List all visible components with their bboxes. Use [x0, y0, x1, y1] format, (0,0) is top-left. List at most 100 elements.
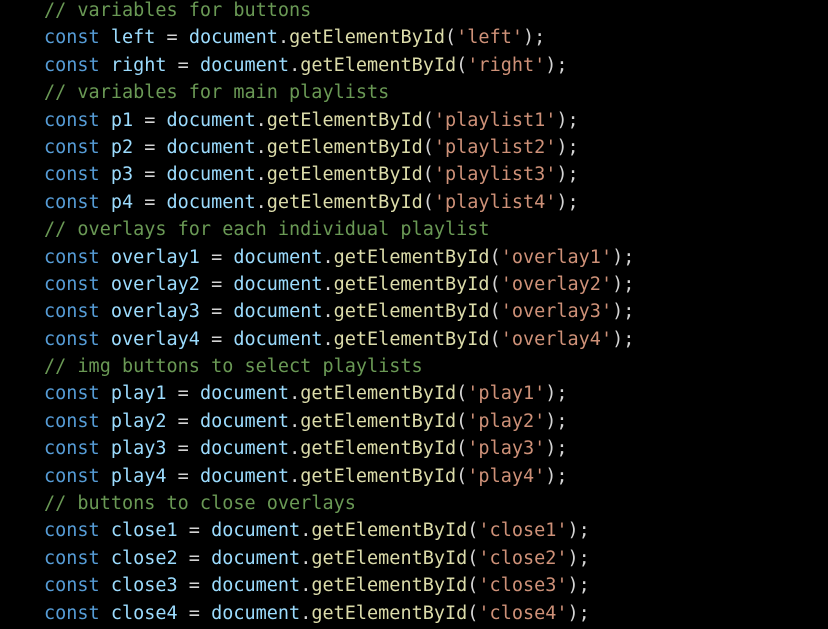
- code-line[interactable]: const play1 = document.getElementById('p…: [44, 380, 634, 407]
- dot-operator: .: [300, 575, 312, 597]
- code-line[interactable]: const overlay2 = document.getElementById…: [44, 271, 634, 298]
- code-line[interactable]: const close2 = document.getElementById('…: [44, 545, 634, 572]
- string-literal: 'playlist1': [433, 109, 557, 131]
- method-name: getElementById: [266, 109, 423, 131]
- string-literal: 'play3': [467, 438, 546, 460]
- variable-name: close4: [110, 602, 178, 624]
- code-line[interactable]: const overlay4 = document.getElementById…: [44, 326, 634, 353]
- method-name: getElementById: [333, 273, 490, 295]
- string-literal: 'close4': [478, 602, 568, 624]
- method-name: getElementById: [266, 164, 423, 186]
- keyword: const: [44, 246, 100, 268]
- comment-line[interactable]: // buttons to close overlays: [44, 490, 634, 517]
- object-name: document: [211, 520, 301, 542]
- code-line[interactable]: const right = document.getElementById('r…: [44, 52, 634, 79]
- comment-text: // img buttons to select playlists: [44, 356, 423, 378]
- keyword: const: [44, 465, 100, 487]
- object-name: document: [211, 575, 301, 597]
- code-line[interactable]: const p3 = document.getElementById('play…: [44, 161, 634, 188]
- variable-name: play2: [110, 410, 167, 432]
- close-paren-semicolon: );: [556, 164, 579, 186]
- method-name: getElementById: [311, 575, 468, 597]
- close-paren-semicolon: );: [567, 575, 590, 597]
- close-paren-semicolon: );: [556, 136, 579, 158]
- string-literal: 'play2': [467, 410, 546, 432]
- dot-operator: .: [255, 164, 267, 186]
- code-line[interactable]: const play2 = document.getElementById('p…: [44, 408, 634, 435]
- comment-line[interactable]: // variables for buttons: [44, 0, 634, 24]
- code-line[interactable]: const play4 = document.getElementById('p…: [44, 463, 634, 490]
- code-line[interactable]: const overlay1 = document.getElementById…: [44, 244, 634, 271]
- string-literal: 'overlay1': [500, 246, 613, 268]
- close-paren-semicolon: );: [567, 602, 590, 624]
- string-literal: 'overlay4': [500, 328, 613, 350]
- keyword: const: [44, 410, 100, 432]
- assign-operator: =: [133, 191, 167, 213]
- string-literal: 'close2': [478, 547, 568, 569]
- comment-line[interactable]: // overlays for each individual playlist: [44, 216, 634, 243]
- object-name: document: [166, 109, 256, 131]
- open-paren: (: [467, 520, 479, 542]
- close-paren-semicolon: );: [556, 191, 579, 213]
- keyword: const: [44, 328, 100, 350]
- code-line[interactable]: const play3 = document.getElementById('p…: [44, 435, 634, 462]
- object-name: document: [199, 465, 290, 487]
- close-paren-semicolon: );: [567, 520, 590, 542]
- dot-operator: .: [322, 301, 334, 323]
- variable-name: overlay4: [110, 328, 200, 350]
- keyword: const: [44, 136, 100, 158]
- keyword: const: [44, 109, 100, 131]
- string-literal: 'close1': [478, 520, 568, 542]
- code-line[interactable]: const overlay3 = document.getElementById…: [44, 298, 634, 325]
- method-name: getElementById: [311, 520, 468, 542]
- keyword: const: [44, 54, 100, 76]
- code-line[interactable]: const p4 = document.getElementById('play…: [44, 189, 634, 216]
- assign-operator: =: [199, 273, 234, 295]
- variable-name: p3: [110, 164, 134, 186]
- dot-operator: .: [289, 383, 301, 405]
- comment-text: // variables for main playlists: [44, 82, 390, 104]
- keyword: const: [44, 520, 100, 542]
- code-line[interactable]: const left = document.getElementById('le…: [44, 24, 634, 51]
- object-name: document: [199, 438, 290, 460]
- keyword: const: [44, 547, 100, 569]
- dot-operator: .: [255, 191, 267, 213]
- string-literal: 'overlay3': [500, 301, 613, 323]
- variable-name: left: [110, 27, 156, 49]
- keyword: const: [44, 575, 100, 597]
- dot-operator: .: [300, 602, 312, 624]
- comment-line[interactable]: // img buttons to select playlists: [44, 353, 634, 380]
- variable-name: p2: [110, 136, 134, 158]
- dot-operator: .: [277, 27, 290, 49]
- open-paren: (: [456, 383, 468, 405]
- string-literal: 'left': [456, 27, 523, 49]
- assign-operator: =: [199, 301, 234, 323]
- open-paren: (: [467, 547, 479, 569]
- object-name: document: [233, 301, 323, 323]
- string-literal: 'play1': [467, 383, 546, 405]
- method-name: getElementById: [311, 547, 468, 569]
- keyword: const: [44, 602, 100, 624]
- comment-text: // overlays for each individual playlist: [44, 219, 490, 241]
- code-line[interactable]: const close1 = document.getElementById('…: [44, 517, 634, 544]
- code-line[interactable]: const close3 = document.getElementById('…: [44, 572, 634, 599]
- assign-operator: =: [166, 410, 200, 432]
- code-line[interactable]: const p2 = document.getElementById('play…: [44, 134, 634, 161]
- close-paren-semicolon: );: [545, 383, 568, 405]
- assign-operator: =: [177, 602, 212, 624]
- close-paren-semicolon: );: [522, 27, 546, 49]
- open-paren: (: [445, 27, 457, 49]
- code-line[interactable]: const p1 = document.getElementById('play…: [44, 107, 634, 134]
- close-paren-semicolon: );: [612, 328, 635, 350]
- object-name: document: [199, 54, 290, 76]
- assign-operator: =: [177, 520, 212, 542]
- assign-operator: =: [199, 246, 234, 268]
- assign-operator: =: [166, 54, 200, 76]
- comment-line[interactable]: // variables for main playlists: [44, 79, 634, 106]
- variable-name: p4: [110, 191, 134, 213]
- object-name: document: [188, 27, 278, 49]
- object-name: document: [211, 602, 301, 624]
- close-paren-semicolon: );: [612, 246, 635, 268]
- code-line[interactable]: const close4 = document.getElementById('…: [44, 600, 634, 627]
- code-editor[interactable]: // variables for buttons const left = doc…: [0, 0, 828, 629]
